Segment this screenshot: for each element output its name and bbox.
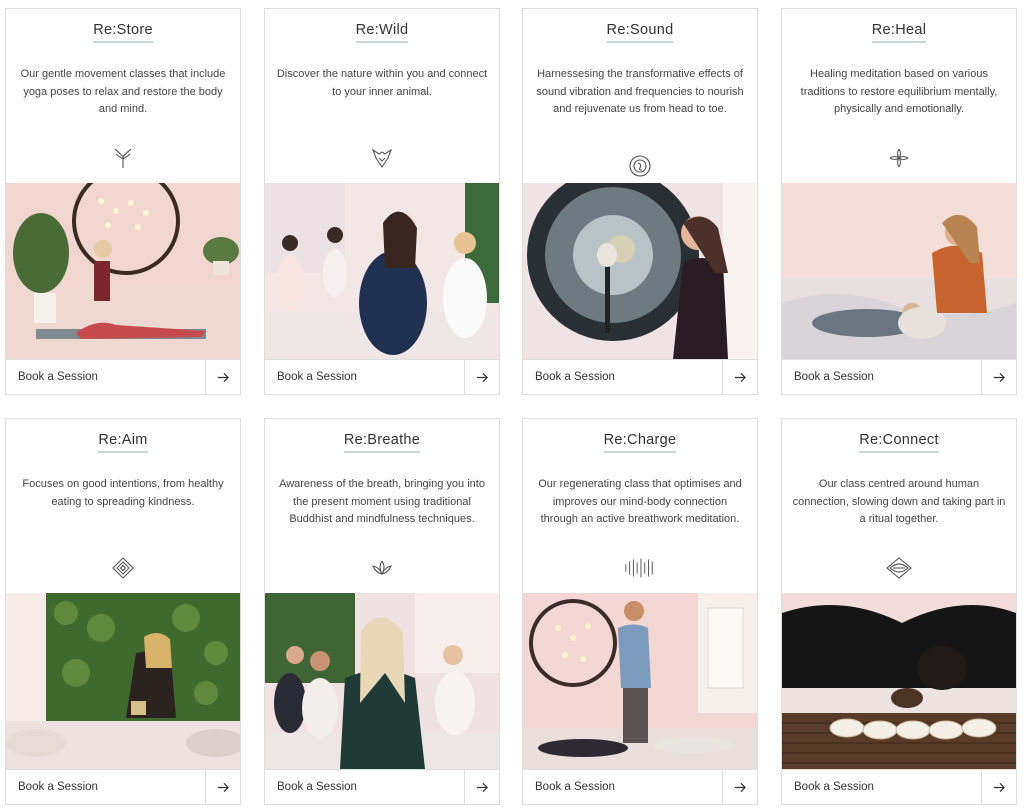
book-session-link[interactable]: Book a Session [265, 360, 464, 394]
card-description: Our regenerating class that optimises an… [538, 478, 742, 525]
class-photo [265, 593, 499, 769]
card-title: Re:Connect [859, 432, 939, 453]
class-card-rewild: Re:Wild Discover the nature within you a… [264, 8, 500, 395]
arrow-right-icon[interactable] [205, 770, 240, 804]
yoga-pose-icon [6, 144, 240, 172]
card-description: Harnessesing the transformative effects … [536, 68, 744, 115]
card-description: Discover the nature within you and conne… [276, 68, 488, 98]
card-title: Re:Breathe [343, 432, 421, 453]
card-title: Re:Store [93, 22, 153, 43]
sound-ring-icon [523, 152, 757, 180]
nested-diamond-icon [6, 554, 240, 582]
class-card-rebreathe: Re:Breathe Awareness of the breath, brin… [264, 418, 500, 805]
arrow-right-icon[interactable] [722, 360, 757, 394]
card-description: Healing meditation based on various trad… [800, 68, 998, 115]
card-description: Focuses on good intentions, from healthy… [22, 478, 224, 508]
book-session-link[interactable]: Book a Session [6, 770, 205, 804]
class-photo [6, 593, 240, 769]
class-card-reaim: Re:Aim Focuses on good intentions, from … [5, 418, 241, 805]
card-title: Re:Heal [871, 22, 927, 43]
flower-cross-icon [782, 144, 1016, 172]
sound-wave-icon [523, 554, 757, 582]
class-card-resound: Re:Sound Harnessesing the transformative… [522, 8, 758, 395]
arrow-right-icon[interactable] [722, 770, 757, 804]
arrow-right-icon[interactable] [981, 770, 1016, 804]
book-session-link[interactable]: Book a Session [6, 360, 205, 394]
card-title: Re:Sound [606, 22, 674, 43]
card-description: Our gentle movement classes that include… [20, 68, 226, 115]
class-photo [782, 593, 1016, 769]
class-photo [523, 593, 757, 769]
arrow-right-icon[interactable] [205, 360, 240, 394]
class-photo [523, 183, 757, 359]
arrow-right-icon[interactable] [464, 360, 499, 394]
card-title: Re:Wild [355, 22, 409, 43]
arrow-right-icon[interactable] [981, 360, 1016, 394]
lotus-icon [265, 554, 499, 582]
animal-head-icon [265, 144, 499, 172]
card-title: Re:Aim [98, 432, 148, 453]
arrow-right-icon[interactable] [464, 770, 499, 804]
book-session-link[interactable]: Book a Session [523, 360, 722, 394]
class-photo [265, 183, 499, 359]
class-card-restore: Re:Store Our gentle movement classes tha… [5, 8, 241, 395]
card-description: Awareness of the breath, bringing you in… [279, 478, 485, 525]
class-card-reheal: Re:Heal Healing meditation based on vari… [781, 8, 1017, 395]
class-card-reconnect: Re:Connect Our class centred around huma… [781, 418, 1017, 805]
book-session-link[interactable]: Book a Session [782, 360, 981, 394]
class-photo [782, 183, 1016, 359]
book-session-link[interactable]: Book a Session [265, 770, 464, 804]
book-session-link[interactable]: Book a Session [782, 770, 981, 804]
diamond-eye-icon [782, 554, 1016, 582]
book-session-link[interactable]: Book a Session [523, 770, 722, 804]
card-title: Re:Charge [603, 432, 677, 453]
card-description: Our class centred around human connectio… [792, 478, 1006, 525]
class-photo [6, 183, 240, 359]
class-card-recharge: Re:Charge Our regenerating class that op… [522, 418, 758, 805]
